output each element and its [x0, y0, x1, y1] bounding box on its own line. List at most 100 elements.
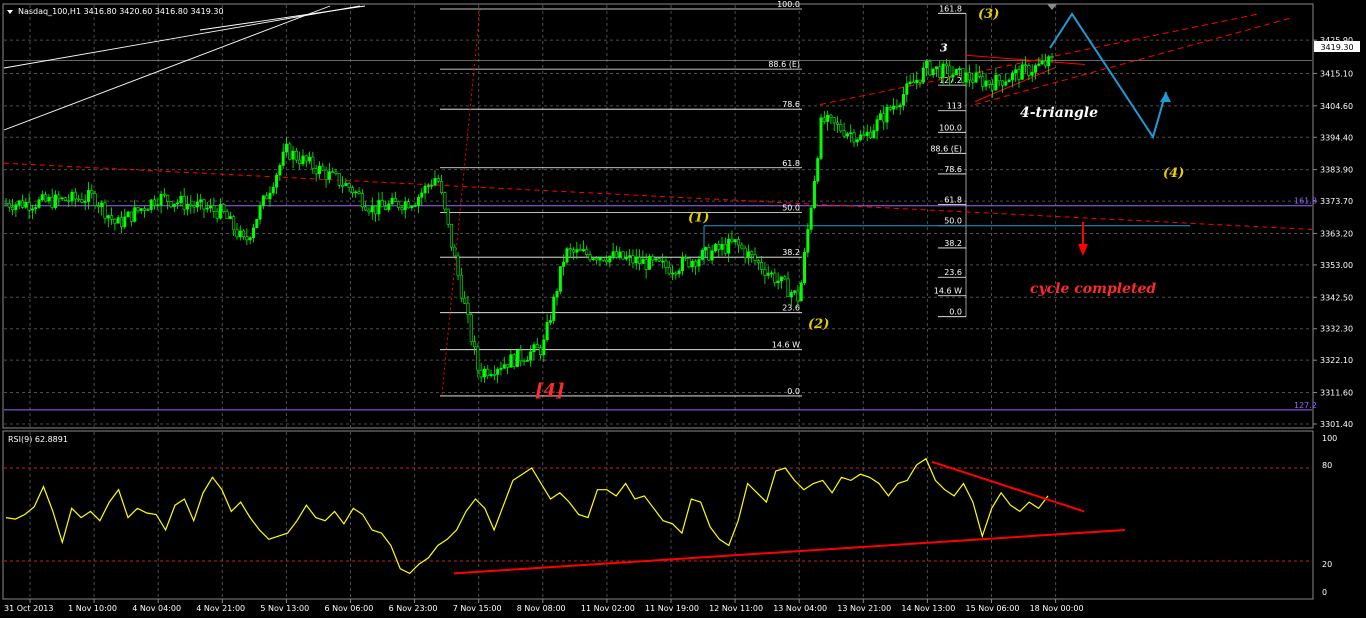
candle-body — [984, 80, 988, 87]
menu-triangle-icon[interactable] — [7, 10, 13, 14]
candle-body — [908, 81, 912, 84]
candle-body — [218, 204, 222, 219]
candle-body — [317, 165, 321, 175]
candle-body — [812, 180, 816, 209]
candle-body — [116, 217, 120, 224]
time-tick-label: 1 Nov 10:00 — [68, 604, 117, 613]
candle-body — [631, 255, 635, 264]
candle-body — [393, 197, 397, 202]
candle-body — [407, 201, 411, 209]
time-tick-label: 5 Nov 13:00 — [260, 604, 309, 613]
candle-body — [24, 202, 28, 208]
candle-body — [205, 207, 209, 210]
candle-body — [1043, 60, 1047, 67]
candle-body — [756, 260, 760, 263]
candle-body — [459, 274, 463, 299]
candle-body — [416, 196, 420, 206]
candle-body — [723, 243, 727, 254]
candle-body — [558, 266, 562, 292]
time-tick-label: 31 Oct 2013 — [4, 604, 53, 613]
candle-body — [855, 139, 859, 143]
candle-body — [324, 169, 328, 180]
candle-body — [275, 174, 279, 188]
candle-body — [842, 130, 846, 137]
candle-body — [27, 202, 31, 211]
candle-body — [961, 68, 965, 83]
candle-body — [565, 248, 569, 263]
candle-body — [169, 201, 173, 207]
candle-body — [265, 195, 269, 200]
time-tick-label: 15 Nov 06:00 — [966, 604, 1020, 613]
fib-label-right: 88.6 (E) — [930, 144, 962, 153]
candle-body — [374, 205, 378, 215]
candle-body — [911, 81, 915, 84]
fib-label-right: 161.8 — [939, 4, 962, 13]
candle-body — [680, 257, 684, 272]
candle-body — [519, 349, 523, 362]
candle-body — [80, 199, 84, 203]
candle-body — [882, 113, 886, 123]
price-tick-label: 3311.60 — [1320, 389, 1353, 398]
candle-body — [931, 68, 935, 76]
candle-body — [598, 257, 602, 261]
candle-body — [601, 257, 605, 261]
candle-body — [1040, 60, 1044, 65]
candle-body — [261, 195, 265, 206]
candle-body — [938, 66, 942, 78]
fib-retracements: 100.0 88.6 (E) 78.6 61.8 50.0 38.2 23.6 14.6 W 0… — [440, 0, 967, 397]
candle-body — [839, 123, 843, 132]
candle-body — [684, 257, 688, 259]
candle-body — [57, 194, 61, 200]
candle-body — [383, 205, 387, 210]
candle-body — [905, 83, 909, 95]
candle-body — [717, 244, 721, 250]
candle-body — [545, 322, 549, 340]
candle-body — [971, 79, 975, 83]
wave-label: 3 — [940, 41, 948, 54]
candle-body — [53, 194, 57, 208]
candle-body — [212, 205, 216, 212]
candle-body — [93, 193, 97, 206]
price-tick-label: 3332.30 — [1320, 325, 1353, 334]
candle-body — [789, 292, 793, 297]
rsi-level-20: 20 — [1322, 560, 1332, 569]
candle-body — [621, 251, 625, 260]
candle-body — [575, 249, 579, 253]
candle-body — [773, 272, 777, 284]
candle-body — [968, 72, 972, 81]
candle-body — [581, 249, 585, 252]
long-dashed-trendline — [3, 162, 1313, 230]
candle-body — [63, 197, 67, 201]
candle-body — [862, 134, 866, 137]
candle-body — [133, 207, 137, 222]
fib-label-left: 0.0 — [787, 387, 800, 396]
candle-body — [872, 130, 876, 139]
candle-body — [614, 251, 618, 258]
candle-body — [242, 230, 246, 237]
candle-body — [713, 244, 717, 252]
candle-body — [958, 68, 962, 70]
candle-body — [786, 278, 790, 297]
wave-label: (3) — [978, 7, 999, 22]
candle-body — [139, 208, 143, 211]
candle-body — [898, 104, 902, 108]
wave-label: (4) — [1163, 166, 1184, 181]
candle-body — [456, 255, 460, 276]
candle-body — [83, 201, 87, 203]
candle-body — [674, 272, 678, 275]
chart-canvas[interactable]: 161.8 127.2 100.0 88.6 (E) 78.6 61.8 50.0 38.2… — [0, 0, 1366, 618]
candle-body — [875, 119, 879, 131]
candle-body — [885, 106, 889, 123]
candle-body — [453, 246, 457, 257]
candle-body — [314, 168, 318, 175]
candle-body — [638, 257, 642, 264]
fib-label-left: 100.0 — [777, 0, 800, 9]
fan-line — [3, 5, 331, 131]
candle-body — [644, 259, 648, 270]
candle-body — [1030, 72, 1034, 76]
fib-label-right: 50.0 — [944, 217, 962, 226]
price-tick-label: 3404.60 — [1320, 102, 1353, 111]
candle-body — [288, 143, 292, 160]
candle-body — [268, 192, 272, 200]
candle-body — [73, 191, 77, 200]
